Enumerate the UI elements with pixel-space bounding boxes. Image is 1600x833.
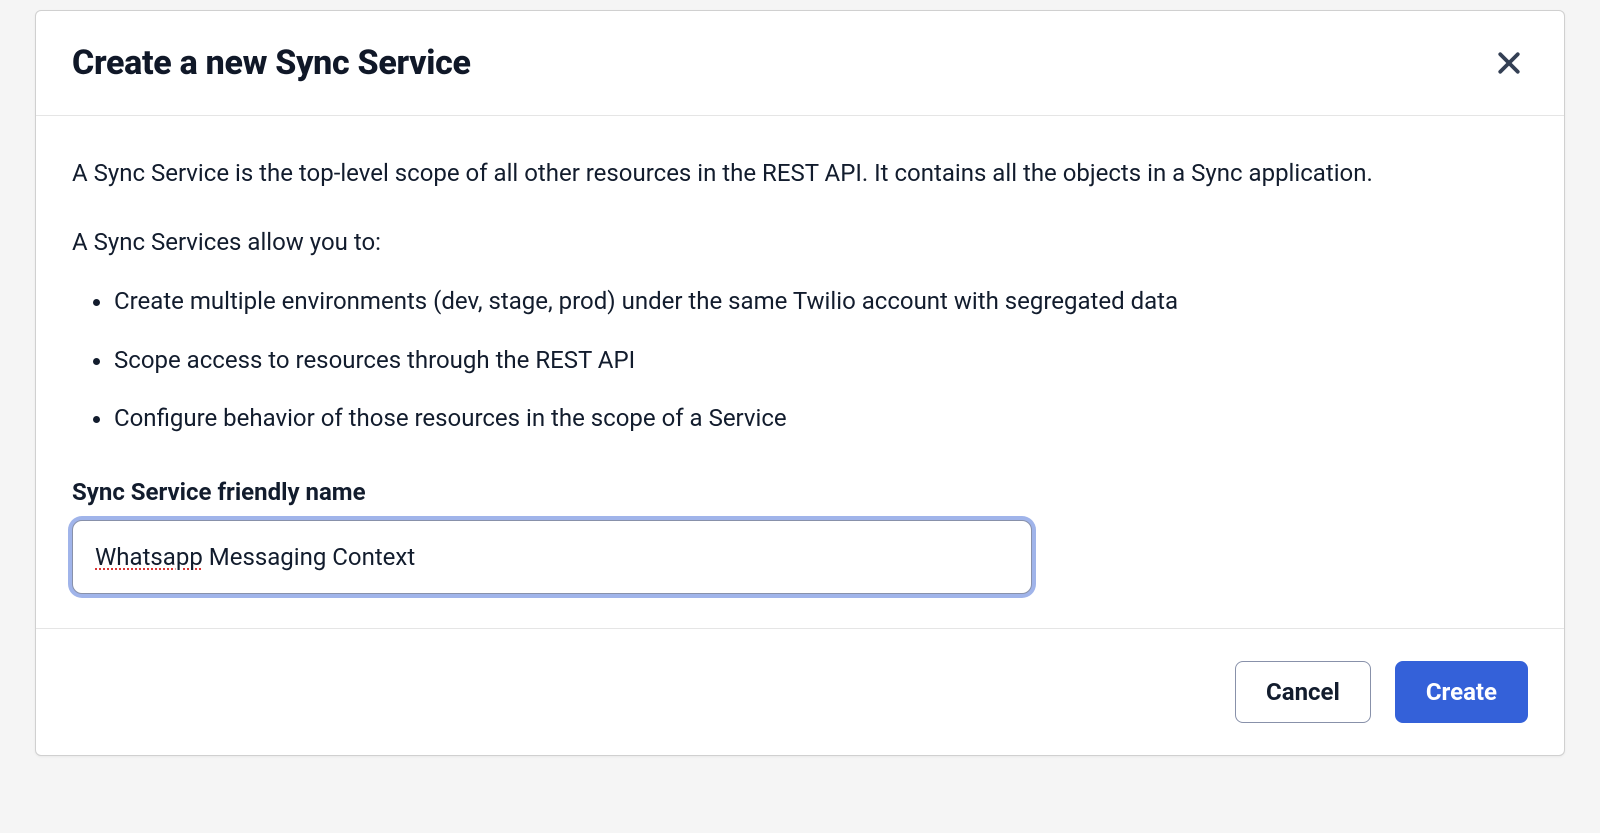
feature-list: Create multiple environments (dev, stage… [72,282,1528,437]
dialog-footer: Cancel Create [36,629,1564,755]
friendly-name-input-wrap: Whatsapp Messaging Context [72,520,1032,594]
list-item: Scope access to resources through the RE… [114,341,1528,379]
create-sync-service-dialog: Create a new Sync Service A Sync Service… [35,10,1565,756]
friendly-name-input[interactable] [72,520,1032,594]
dialog-body: A Sync Service is the top-level scope of… [36,116,1564,629]
list-item: Configure behavior of those resources in… [114,399,1528,437]
intro-text: A Sync Service is the top-level scope of… [72,152,1528,195]
dialog-header: Create a new Sync Service [36,11,1564,116]
list-item: Create multiple environments (dev, stage… [114,282,1528,320]
friendly-name-label: Sync Service friendly name [72,478,1528,506]
create-button[interactable]: Create [1395,661,1528,723]
subhead-text: A Sync Services allow you to: [72,221,1528,264]
close-icon [1494,48,1524,78]
close-button[interactable] [1490,44,1528,82]
dialog-title: Create a new Sync Service [72,43,471,83]
cancel-button[interactable]: Cancel [1235,661,1371,723]
